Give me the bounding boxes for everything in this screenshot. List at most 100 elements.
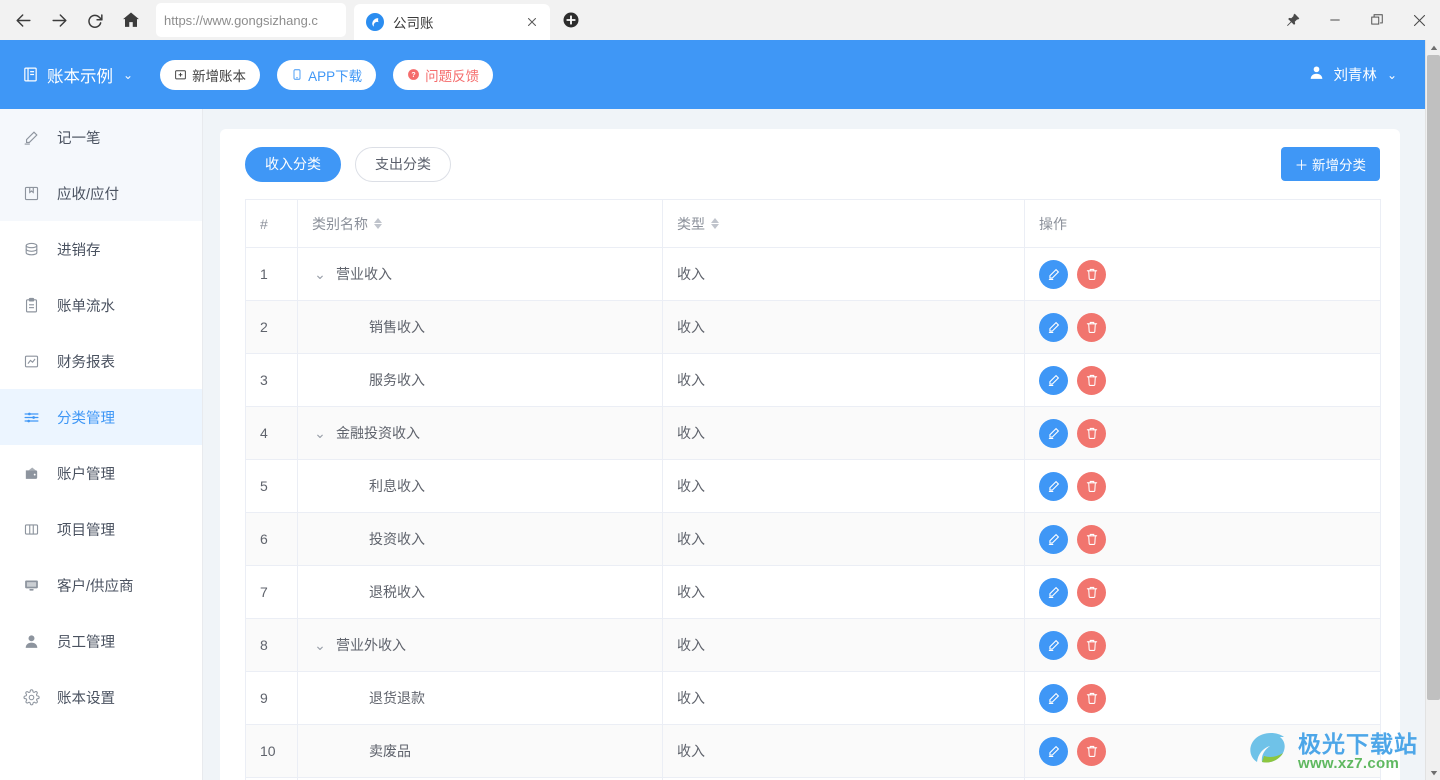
browser-tab[interactable]: 公司账 bbox=[354, 4, 550, 40]
edit-row-button[interactable] bbox=[1039, 524, 1068, 554]
edit-row-button[interactable] bbox=[1039, 312, 1068, 342]
column-header-type[interactable]: 类型 bbox=[662, 199, 1025, 248]
feedback-button[interactable]: ? 问题反馈 bbox=[393, 59, 494, 90]
address-bar-text: https://www.gongsizhang.c bbox=[164, 12, 318, 28]
close-window-icon[interactable] bbox=[1398, 0, 1440, 40]
cell-index: 10 bbox=[245, 724, 298, 778]
delete-row-button[interactable] bbox=[1077, 736, 1106, 766]
vertical-scrollbar[interactable] bbox=[1425, 40, 1440, 780]
sort-icon[interactable] bbox=[711, 218, 719, 229]
sidebar-item-financial-report[interactable]: 财务报表 bbox=[0, 333, 202, 389]
cell-name: 投资收入 bbox=[297, 512, 663, 566]
address-bar[interactable]: https://www.gongsizhang.c bbox=[156, 3, 346, 37]
gear-icon bbox=[22, 688, 40, 706]
pencil-icon bbox=[1048, 321, 1059, 333]
table-row: 10 卖废品 收入 bbox=[245, 724, 1381, 778]
pencil-icon bbox=[1048, 745, 1059, 757]
edit-row-button[interactable] bbox=[1039, 577, 1068, 607]
cell-index: 4 bbox=[245, 406, 298, 460]
scroll-down-icon[interactable] bbox=[1426, 765, 1440, 780]
tab-close-icon[interactable] bbox=[522, 12, 542, 32]
sidebar-item-employee-management[interactable]: 员工管理 bbox=[0, 613, 202, 669]
edit-row-button[interactable] bbox=[1039, 471, 1068, 501]
trash-icon bbox=[1086, 268, 1097, 280]
new-ledger-button[interactable]: 新增账本 bbox=[160, 59, 261, 90]
sidebar-item-category-management[interactable]: 分类管理 bbox=[0, 389, 202, 445]
pencil-icon bbox=[1048, 374, 1059, 386]
tab-favicon-icon bbox=[366, 13, 384, 31]
forward-icon[interactable] bbox=[42, 3, 76, 37]
sidebar-item-inventory[interactable]: 进销存 bbox=[0, 221, 202, 277]
user-menu[interactable]: 刘青林 ⌄ bbox=[1308, 64, 1397, 85]
tab-expense-category[interactable]: 支出分类 bbox=[355, 146, 451, 182]
cell-name: 销售收入 bbox=[297, 300, 663, 354]
delete-row-button[interactable] bbox=[1077, 524, 1106, 554]
edit-row-button[interactable] bbox=[1039, 365, 1068, 395]
delete-row-button[interactable] bbox=[1077, 418, 1106, 448]
pencil-icon bbox=[1048, 268, 1059, 280]
add-category-button[interactable]: ＋ 新增分类 bbox=[1280, 147, 1380, 181]
sidebar-item-project-management[interactable]: 项目管理 bbox=[0, 501, 202, 557]
cell-operations bbox=[1024, 300, 1381, 354]
tab-income-category[interactable]: 收入分类 bbox=[245, 146, 341, 182]
cell-type: 收入 bbox=[662, 300, 1025, 354]
category-name: 营业外收入 bbox=[336, 637, 406, 653]
category-name: 利息收入 bbox=[369, 478, 425, 494]
pencil-icon bbox=[1048, 586, 1059, 598]
category-name: 卖废品 bbox=[369, 743, 411, 759]
sidebar-item-bill-flow[interactable]: 账单流水 bbox=[0, 277, 202, 333]
sidebar-item-receivable-payable[interactable]: 应收/应付 bbox=[0, 165, 202, 221]
edit-row-button[interactable] bbox=[1039, 736, 1068, 766]
column-header-operations: 操作 bbox=[1024, 199, 1381, 248]
cell-type: 收入 bbox=[662, 724, 1025, 778]
ledger-switcher[interactable]: 账本示例 ⌄ bbox=[22, 63, 133, 87]
edit-row-button[interactable] bbox=[1039, 418, 1068, 448]
reload-icon[interactable] bbox=[78, 3, 112, 37]
tab-title: 公司账 bbox=[393, 16, 434, 31]
sidebar-item-account-management[interactable]: 账户管理 bbox=[0, 445, 202, 501]
cell-operations bbox=[1024, 618, 1381, 672]
edit-row-button[interactable] bbox=[1039, 259, 1068, 289]
cell-index: 8 bbox=[245, 618, 298, 672]
expand-chevron-icon[interactable]: ⌄ bbox=[312, 266, 328, 283]
home-icon[interactable] bbox=[114, 3, 148, 37]
sidebar-item-customer-supplier[interactable]: 客户/供应商 bbox=[0, 557, 202, 613]
edit-row-button[interactable] bbox=[1039, 630, 1068, 660]
minimize-icon[interactable] bbox=[1314, 0, 1356, 40]
cell-operations bbox=[1024, 406, 1381, 460]
delete-row-button[interactable] bbox=[1077, 312, 1106, 342]
trash-icon bbox=[1086, 639, 1097, 651]
delete-row-button[interactable] bbox=[1077, 259, 1106, 289]
scrollbar-thumb[interactable] bbox=[1427, 55, 1440, 700]
back-icon[interactable] bbox=[6, 3, 40, 37]
table-row: 7 退税收入 收入 bbox=[245, 565, 1381, 619]
expand-chevron-icon[interactable]: ⌄ bbox=[312, 637, 328, 654]
new-tab-icon[interactable] bbox=[560, 9, 582, 31]
app-download-button[interactable]: APP下载 bbox=[277, 59, 377, 90]
table-header: # 类别名称 类型 操作 bbox=[245, 199, 1381, 248]
delete-row-button[interactable] bbox=[1077, 471, 1106, 501]
delete-row-button[interactable] bbox=[1077, 630, 1106, 660]
column-header-name[interactable]: 类别名称 bbox=[297, 199, 663, 248]
edit-row-button[interactable] bbox=[1039, 683, 1068, 713]
restore-icon[interactable] bbox=[1356, 0, 1398, 40]
delete-row-button[interactable] bbox=[1077, 683, 1106, 713]
cell-type: 收入 bbox=[662, 406, 1025, 460]
sidebar-item-label: 项目管理 bbox=[57, 522, 115, 539]
scroll-up-icon[interactable] bbox=[1426, 40, 1440, 55]
sidebar-item-ledger-settings[interactable]: 账本设置 bbox=[0, 669, 202, 725]
expand-chevron-icon[interactable]: ⌄ bbox=[312, 425, 328, 442]
cell-operations bbox=[1024, 565, 1381, 619]
sort-icon[interactable] bbox=[374, 218, 382, 229]
category-name: 退税收入 bbox=[369, 584, 425, 600]
cell-type: 收入 bbox=[662, 618, 1025, 672]
delete-row-button[interactable] bbox=[1077, 365, 1106, 395]
sidebar-item-record[interactable]: 记一笔 bbox=[0, 109, 202, 165]
pencil-icon bbox=[1048, 533, 1059, 545]
sidebar-item-label: 进销存 bbox=[57, 242, 101, 259]
category-table: # 类别名称 类型 操作 1 ⌄ 营业收入 收入 2 销售收入 收入 3 服务收… bbox=[245, 199, 1381, 780]
delete-row-button[interactable] bbox=[1077, 577, 1106, 607]
window-controls bbox=[1272, 0, 1440, 40]
pin-icon[interactable] bbox=[1272, 0, 1314, 40]
cell-name: 退税收入 bbox=[297, 565, 663, 619]
